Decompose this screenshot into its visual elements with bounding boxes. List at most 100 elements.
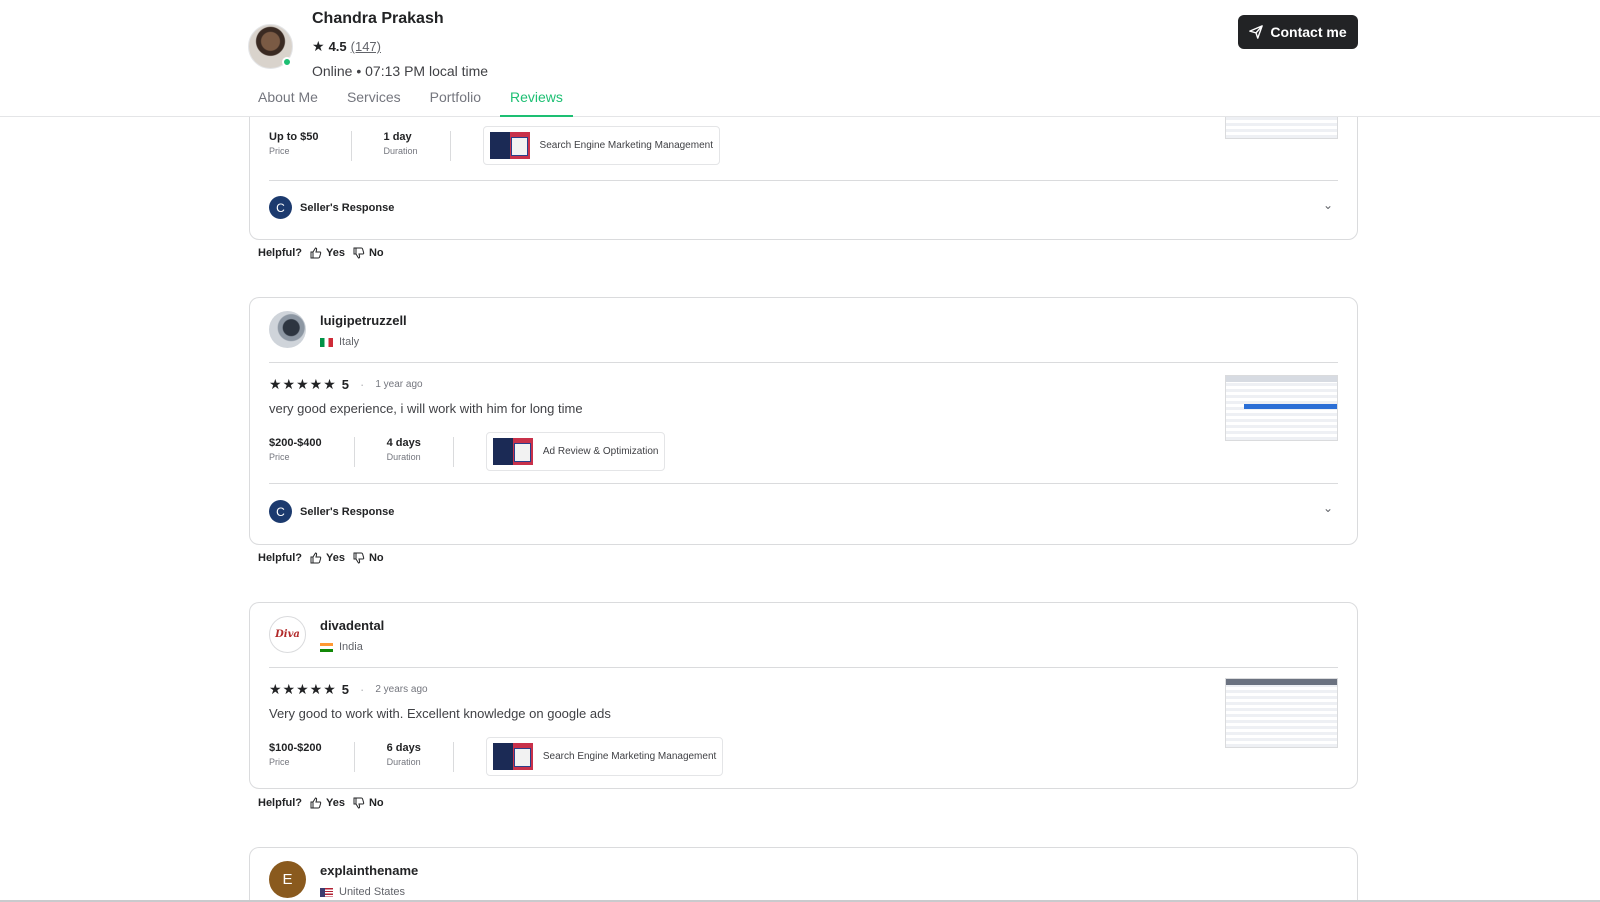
star-rating-icon: ★★★★★ bbox=[269, 376, 337, 392]
price-meta: $200-$400 Price bbox=[269, 436, 355, 467]
reviewer-avatar[interactable]: Diva bbox=[269, 616, 306, 653]
reviewer-info: Diva divadental India bbox=[269, 616, 384, 653]
rating-value: 4.5 bbox=[328, 39, 347, 54]
price-label: Price bbox=[269, 145, 290, 156]
helpful-yes-label: Yes bbox=[326, 247, 345, 259]
helpful-label: Helpful? bbox=[258, 247, 302, 259]
helpful-row: Helpful? Yes No bbox=[258, 247, 384, 259]
review-time: 1 year ago bbox=[375, 379, 423, 390]
service-name: Ad Review & Optimization bbox=[542, 446, 659, 457]
helpful-row: Helpful? Yes No bbox=[258, 797, 384, 809]
price-value: $200-$400 bbox=[269, 436, 322, 449]
thumbs-up-icon bbox=[310, 797, 322, 809]
thumbs-down-icon bbox=[353, 247, 365, 259]
reviewer-username[interactable]: luigipetruzzell bbox=[320, 313, 407, 328]
helpful-yes-button[interactable]: Yes bbox=[310, 247, 345, 259]
seller-response-toggle[interactable]: C Seller's Response bbox=[269, 196, 394, 219]
seller-response-avatar: C bbox=[269, 196, 292, 219]
profile-tabs: About Me Services Portfolio Reviews bbox=[258, 89, 592, 117]
review-meta: $200-$400 Price 4 days Duration Ad Revie… bbox=[269, 432, 666, 471]
seller-header: Chandra Prakash ★ 4.5 (147) Online • 07:… bbox=[0, 0, 1600, 117]
helpful-no-button[interactable]: No bbox=[353, 247, 384, 259]
tab-portfolio[interactable]: Portfolio bbox=[430, 89, 491, 117]
review-attachment-image[interactable] bbox=[1225, 375, 1338, 441]
seller-name[interactable]: Chandra Prakash bbox=[312, 10, 444, 28]
helpful-row: Helpful? Yes No bbox=[258, 552, 384, 564]
chevron-down-icon[interactable]: ⌄ bbox=[1323, 198, 1333, 212]
card-divider bbox=[269, 483, 1338, 484]
review-meta: $100-$200 Price 6 days Duration Search E… bbox=[269, 737, 724, 776]
price-label: Price bbox=[269, 451, 290, 462]
tab-about-me[interactable]: About Me bbox=[258, 89, 328, 117]
helpful-no-label: No bbox=[368, 797, 384, 809]
review-text: Very good to work with. Excellent knowle… bbox=[269, 706, 611, 721]
seller-response-label: Seller's Response bbox=[300, 201, 395, 214]
attachment-strip bbox=[1226, 679, 1337, 685]
usa-flag-icon bbox=[320, 887, 333, 897]
avatar-initial: E bbox=[282, 871, 293, 888]
online-indicator-icon bbox=[282, 57, 292, 67]
review-attachment-image[interactable] bbox=[1225, 678, 1338, 748]
attachment-highlight bbox=[1244, 404, 1337, 409]
helpful-label: Helpful? bbox=[258, 797, 302, 809]
duration-label: Duration bbox=[386, 451, 421, 462]
price-value: $100-$200 bbox=[269, 741, 322, 754]
review-rating: ★★★★★ 5 · 1 year ago bbox=[269, 376, 423, 393]
price-value: Up to $50 bbox=[269, 130, 319, 143]
duration-meta: 4 days Duration bbox=[386, 436, 454, 467]
service-chip[interactable]: Ad Review & Optimization bbox=[485, 432, 666, 471]
reviewer-username[interactable]: divadental bbox=[320, 618, 384, 633]
chevron-down-icon[interactable]: ⌄ bbox=[1323, 501, 1333, 515]
service-chip[interactable]: Search Engine Marketing Management bbox=[482, 126, 720, 165]
reviewer-avatar[interactable] bbox=[269, 311, 306, 348]
service-name: Search Engine Marketing Management bbox=[542, 751, 717, 762]
duration-meta: 1 day Duration bbox=[383, 130, 451, 161]
thumbs-down-icon bbox=[353, 797, 365, 809]
helpful-yes-label: Yes bbox=[326, 552, 345, 564]
reviewer-country: United States bbox=[320, 886, 418, 898]
thumbs-up-icon bbox=[310, 247, 322, 259]
card-divider bbox=[269, 362, 1338, 363]
tab-services[interactable]: Services bbox=[347, 89, 411, 117]
duration-label: Duration bbox=[386, 756, 421, 767]
seller-rating: ★ 4.5 (147) bbox=[312, 38, 381, 55]
helpful-no-button[interactable]: No bbox=[353, 552, 384, 564]
price-meta: Up to $50 Price bbox=[269, 130, 352, 161]
thumbs-up-icon bbox=[310, 552, 322, 564]
review-card: E explainthename United States bbox=[249, 847, 1358, 902]
reviewer-country: India bbox=[320, 641, 384, 653]
service-thumbnail bbox=[492, 438, 533, 465]
reviewer-info: luigipetruzzell Italy bbox=[269, 311, 407, 348]
reviewer-avatar[interactable]: E bbox=[269, 861, 306, 898]
helpful-no-button[interactable]: No bbox=[353, 797, 384, 809]
reviewer-username[interactable]: explainthename bbox=[320, 863, 418, 878]
seller-response-avatar: C bbox=[269, 500, 292, 523]
italy-flag-icon bbox=[320, 337, 333, 347]
service-name: Search Engine Marketing Management bbox=[539, 140, 713, 151]
separator-dot: · bbox=[360, 682, 365, 697]
helpful-yes-button[interactable]: Yes bbox=[310, 797, 345, 809]
seller-avatar[interactable] bbox=[248, 24, 293, 69]
contact-me-button[interactable]: Contact me bbox=[1238, 15, 1358, 49]
reviewer-info: E explainthename United States bbox=[269, 861, 418, 898]
tab-reviews[interactable]: Reviews bbox=[499, 89, 573, 117]
star-icon: ★ bbox=[312, 38, 325, 54]
country-name: United States bbox=[339, 886, 406, 898]
duration-meta: 6 days Duration bbox=[386, 741, 454, 772]
helpful-no-label: No bbox=[368, 247, 384, 259]
duration-label: Duration bbox=[383, 145, 418, 156]
attachment-strip bbox=[1226, 376, 1337, 382]
send-icon bbox=[1249, 25, 1264, 39]
card-divider bbox=[269, 667, 1338, 668]
review-count-link[interactable]: (147) bbox=[351, 39, 381, 54]
helpful-yes-label: Yes bbox=[326, 797, 345, 809]
seller-response-label: Seller's Response bbox=[300, 505, 395, 518]
helpful-yes-button[interactable]: Yes bbox=[310, 552, 345, 564]
reviewer-country: Italy bbox=[320, 336, 407, 348]
contact-me-label: Contact me bbox=[1270, 24, 1347, 40]
seller-response-toggle[interactable]: C Seller's Response bbox=[269, 500, 394, 523]
duration-value: 4 days bbox=[386, 436, 421, 449]
service-chip[interactable]: Search Engine Marketing Management bbox=[485, 737, 724, 776]
helpful-no-label: No bbox=[368, 552, 384, 564]
duration-value: 6 days bbox=[386, 741, 421, 754]
